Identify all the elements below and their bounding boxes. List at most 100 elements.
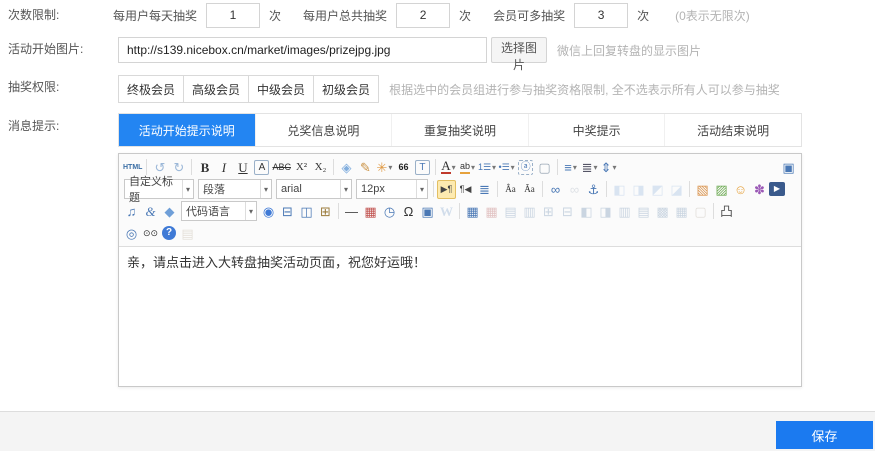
image-float-right-icon: ◩ [648, 180, 667, 199]
ltr-icon[interactable]: ▶¶ [437, 180, 456, 199]
eraser-icon[interactable]: ◈ [337, 158, 356, 177]
special-char-icon[interactable]: Ω [399, 202, 418, 221]
text-indent-icon[interactable]: ≡▾ [561, 158, 580, 177]
insert-image-icon[interactable]: ▧ [693, 180, 712, 199]
uppercase-icon[interactable]: Âa [501, 180, 520, 199]
font-size-select[interactable]: 12px▾ [356, 179, 428, 199]
limit-fields: 每用户每天抽奖次每用户总共抽奖次会员可多抽奖次 [113, 3, 671, 28]
limit-field: 每用户总共抽奖次 [303, 3, 493, 28]
emoticon-icon[interactable]: ☺ [731, 180, 750, 199]
image-float-left-icon: ◧ [610, 180, 629, 199]
fullscreen-icon[interactable]: ▣ [779, 158, 798, 177]
member-option-button[interactable]: 终极会员 [118, 75, 184, 103]
insert-date-icon[interactable]: ▦ [361, 202, 380, 221]
link-icon[interactable]: ∞ [546, 180, 565, 199]
blockquote-icon[interactable]: 66 [394, 158, 413, 177]
font-box-icon[interactable]: A [254, 160, 269, 175]
insert-code-icon[interactable]: ◉ [259, 202, 278, 221]
code-language-select[interactable]: 代码语言▾ [181, 201, 257, 221]
toolbar-separator [606, 181, 607, 197]
graffiti-icon[interactable]: ✽ [750, 180, 769, 199]
preview-icon[interactable]: ◎ [122, 224, 141, 243]
superscript-icon[interactable]: X² [292, 158, 311, 177]
editor-content[interactable]: 亲，请点击进入大转盘抽奖活动页面，祝您好运哦！ [119, 247, 801, 386]
limit-note: (0表示无限次) [675, 7, 750, 24]
print-icon[interactable]: 凸 [717, 202, 736, 221]
font-family-select[interactable]: arial▾ [276, 179, 352, 199]
computer-icon[interactable]: ▣ [418, 202, 437, 221]
limit-count-input-3[interactable] [574, 3, 628, 28]
heading-style-select[interactable]: 自定义标题▾ [124, 179, 194, 199]
new-page-icon[interactable]: ▢ [535, 158, 554, 177]
code-language-select-value: 代码语言 [186, 203, 230, 219]
limit-count-input-1[interactable] [206, 3, 260, 28]
member-option-button[interactable]: 中级会员 [248, 75, 314, 103]
italic-icon[interactable]: I [214, 158, 233, 177]
image-float-center-icon: ◨ [629, 180, 648, 199]
flash-icon[interactable]: ◆ [160, 202, 179, 221]
columns-icon[interactable]: ◫ [297, 202, 316, 221]
page-break-icon[interactable]: ⊟ [278, 202, 297, 221]
image-url-input[interactable] [118, 37, 487, 63]
toolbar-row-2: 自定义标题▾段落▾arial▾12px▾▶¶¶◀≣ÂaÃa∞∞⚓◧◨◩◪▧▨☺✽… [122, 178, 798, 200]
attachment-icon[interactable]: & [141, 202, 160, 221]
help-icon[interactable]: ? [162, 226, 176, 240]
anchor-icon[interactable]: ⚓ [584, 180, 603, 199]
permission-label: 抽奖权限: [8, 74, 59, 100]
auto-typeset-icon[interactable]: ✳▾ [375, 158, 394, 177]
chevron-down-icon: ▾ [416, 180, 427, 198]
message-tab[interactable]: 中奖提示 [528, 114, 665, 146]
rtl-icon[interactable]: ¶◀ [456, 180, 475, 199]
limit-count-input-2[interactable] [396, 3, 450, 28]
strikethrough-icon[interactable]: ABC [271, 158, 292, 177]
message-tab[interactable]: 活动开始提示说明 [119, 114, 255, 146]
font-color-icon[interactable]: A▾ [439, 158, 458, 177]
subscript-icon[interactable]: X₂ [311, 158, 330, 177]
member-option-button[interactable]: 初级会员 [313, 75, 379, 103]
insert-time-icon[interactable]: ◷ [380, 202, 399, 221]
find-replace-icon[interactable]: ⊙⊙ [141, 224, 160, 243]
message-tab[interactable]: 重复抽奖说明 [391, 114, 528, 146]
message-label: 消息提示: [8, 113, 59, 139]
highlight-color-icon[interactable]: ab▾ [458, 158, 477, 177]
toolbar-separator [689, 181, 690, 197]
prize-activity-settings-page: 次数限制: 每用户每天抽奖次每用户总共抽奖次会员可多抽奖次 (0表示无限次) 活… [0, 0, 875, 451]
ordered-list-icon[interactable]: 1☰▾ [477, 158, 497, 177]
message-tab[interactable]: 兑奖信息说明 [255, 114, 392, 146]
inline-anchor-icon[interactable]: ⓐ [518, 160, 533, 175]
media-icon[interactable]: ▶ [769, 182, 785, 196]
toolbar-separator [435, 159, 436, 175]
member-group: 终极会员高级会员中级会员初级会员 [118, 75, 379, 103]
member-option-button[interactable]: 高级会员 [183, 75, 249, 103]
chevron-down-icon: ▾ [260, 180, 271, 198]
lowercase-icon[interactable]: Ãa [520, 180, 539, 199]
bold-icon[interactable]: B [195, 158, 214, 177]
align-icon[interactable]: ≣▾ [580, 158, 599, 177]
message-row: 消息提示: 活动开始提示说明兑奖信息说明重复抽奖说明中奖提示活动结束说明 [0, 113, 875, 147]
insert-table-icon[interactable]: ▦ [463, 202, 482, 221]
word-import-icon: W [437, 202, 456, 221]
line-height-icon[interactable]: ⇕▾ [599, 158, 618, 177]
toolbar-separator [557, 159, 558, 175]
save-button[interactable]: 保存 [776, 421, 873, 449]
horizontal-rule-icon[interactable]: — [342, 202, 361, 221]
insert-row-below-icon: ⊟ [558, 202, 577, 221]
message-tab[interactable]: 活动结束说明 [664, 114, 801, 146]
rich-text-editor: HTML↺↻BIUAABCX²X₂◈✎✳▾66TA▾ab▾1☰▾•☰▾ⓐ▢≡▾≣… [118, 153, 802, 387]
font-family-select-value: arial [281, 183, 302, 195]
limit-field-label: 每用户总共抽奖 [303, 7, 387, 24]
paste-plain-icon[interactable]: T [415, 160, 430, 175]
unordered-list-icon[interactable]: •☰▾ [497, 158, 516, 177]
audio-icon[interactable]: ♫ [122, 202, 141, 221]
format-brush-icon[interactable]: ✎ [356, 158, 375, 177]
cell-properties-icon: ▥ [520, 202, 539, 221]
underline-icon[interactable]: U [233, 158, 252, 177]
chevron-down-icon: ▾ [613, 158, 617, 177]
justify-ext-icon[interactable]: ≣ [475, 180, 494, 199]
permission-row: 抽奖权限: 终极会员高级会员中级会员初级会员 根据选中的会员组进行参与抽奖资格限… [0, 74, 875, 104]
upload-image-icon[interactable]: ▨ [712, 180, 731, 199]
choose-image-button[interactable]: 选择图片 [491, 37, 547, 63]
limit-field-label: 每用户每天抽奖 [113, 7, 197, 24]
iframe-icon[interactable]: ⊞ [316, 202, 335, 221]
paragraph-select[interactable]: 段落▾ [198, 179, 272, 199]
